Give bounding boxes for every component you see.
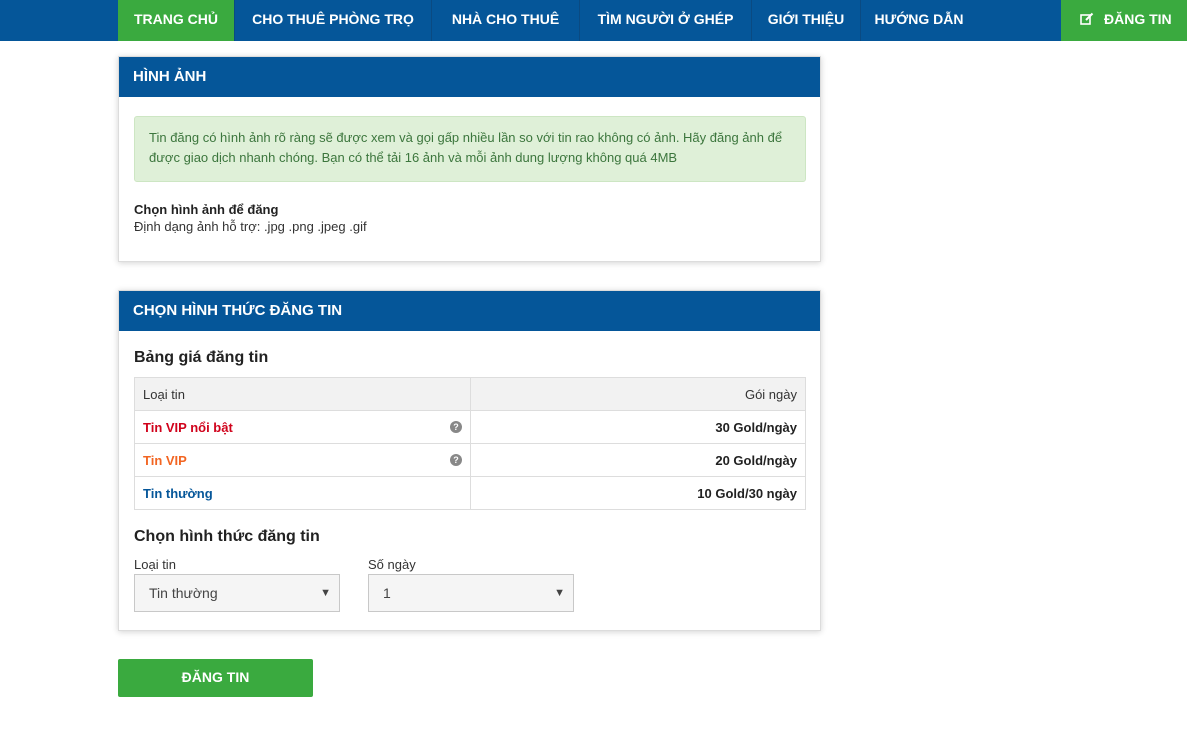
table-row: Tin thường 10 Gold/30 ngày (134, 476, 806, 510)
image-notice: Tin đăng có hình ảnh rõ ràng sẽ được xem… (134, 116, 806, 182)
row-type-label: Tin thường (143, 485, 213, 501)
caret-down-icon: ▼ (320, 587, 331, 599)
caret-down-icon: ▼ (554, 587, 565, 599)
type-select-label: Loại tin (134, 557, 176, 572)
nav-guide[interactable]: HƯỚNG DẪN (861, 0, 977, 41)
choose-type-title: Chọn hình thức đăng tin (134, 528, 320, 545)
nav-home[interactable]: TRANG CHỦ (118, 0, 235, 41)
submit-post-button[interactable]: ĐĂNG TIN (118, 659, 313, 697)
choose-image-label[interactable]: Chọn hình ảnh để đăng (134, 202, 278, 217)
table-header-row: Loại tin Gói ngày (134, 377, 806, 411)
nav-find-roommate[interactable]: TÌM NGƯỜI Ở GHÉP (580, 0, 752, 41)
row-type-cell: Tin VIP nổi bật ? (134, 410, 471, 444)
row-price: 20 Gold/ngày (470, 443, 806, 477)
question-circle-icon[interactable]: ? (450, 454, 462, 466)
column-header-package: Gói ngày (470, 377, 806, 411)
row-type-cell: Tin thường (134, 476, 471, 510)
edit-icon (1080, 12, 1094, 25)
images-panel-title: HÌNH ẢNH (119, 57, 820, 97)
nav-room-rental[interactable]: CHO THUÊ PHÒNG TRỌ (235, 0, 432, 41)
type-select[interactable]: Tin thường ▼ (134, 574, 340, 612)
nav-about[interactable]: GIỚI THIỆU (752, 0, 861, 41)
days-select-value: 1 (383, 585, 391, 601)
days-select[interactable]: 1 ▼ (368, 574, 574, 612)
nav-house-rental[interactable]: NHÀ CHO THUÊ (432, 0, 580, 41)
type-select-value: Tin thường (149, 585, 218, 601)
column-header-type: Loại tin (134, 377, 471, 411)
row-price: 10 Gold/30 ngày (470, 476, 806, 510)
top-navigation: TRANG CHỦ CHO THUÊ PHÒNG TRỌ NHÀ CHO THU… (0, 0, 1187, 41)
images-panel: HÌNH ẢNH Tin đăng có hình ảnh rõ ràng sẽ… (118, 56, 821, 262)
table-row: Tin VIP nổi bật ? 30 Gold/ngày (134, 410, 806, 444)
row-type-label: Tin VIP (143, 452, 187, 468)
post-type-panel: CHỌN HÌNH THỨC ĐĂNG TIN Bảng giá đăng ti… (118, 290, 821, 631)
price-table-title: Bảng giá đăng tin (134, 349, 269, 366)
question-circle-icon[interactable]: ? (450, 421, 462, 433)
nav-post-button[interactable]: ĐĂNG TIN (1061, 0, 1187, 41)
row-type-cell: Tin VIP ? (134, 443, 471, 477)
post-type-panel-title: CHỌN HÌNH THỨC ĐĂNG TIN (119, 291, 820, 331)
row-price: 30 Gold/ngày (470, 410, 806, 444)
row-type-label: Tin VIP nổi bật (143, 419, 233, 435)
supported-formats: Định dạng ảnh hỗ trợ: .jpg .png .jpeg .g… (134, 219, 367, 234)
days-select-label: Số ngày (368, 557, 416, 572)
nav-post-label: ĐĂNG TIN (1104, 11, 1172, 27)
table-row: Tin VIP ? 20 Gold/ngày (134, 443, 806, 477)
price-table: Loại tin Gói ngày Tin VIP nổi bật ? 30 G… (134, 377, 806, 510)
